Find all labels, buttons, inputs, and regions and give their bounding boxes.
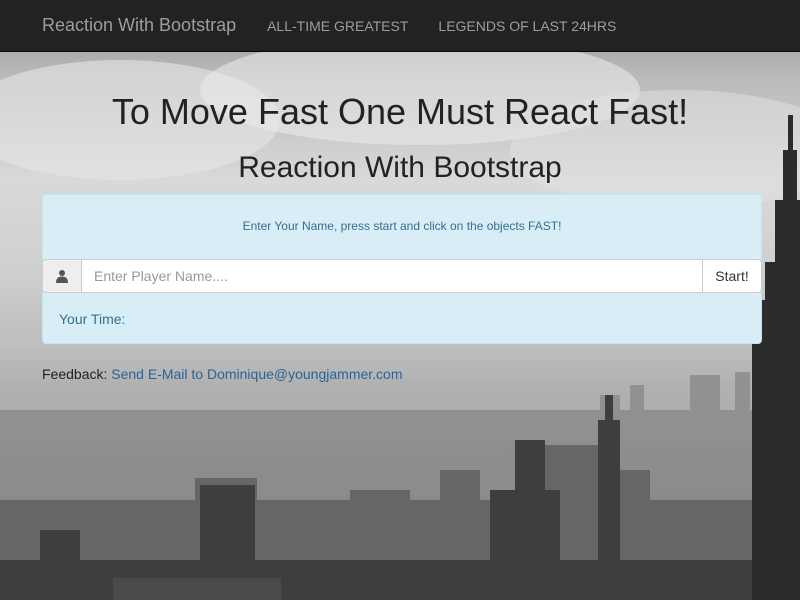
feedback-label: Feedback: <box>42 366 108 382</box>
page-subtitle: Reaction With Bootstrap <box>238 151 562 184</box>
top-navbar: Reaction With Bootstrap ALL-TIME GREATES… <box>0 0 800 52</box>
page-title: To Move Fast One Must React Fast! <box>111 91 689 132</box>
feedback-email-link[interactable]: Send E-Mail to Dominique@youngjammer.com <box>111 366 402 382</box>
game-panel: Enter Your Name, press start and click o… <box>42 194 762 344</box>
your-time-row: Your Time: <box>59 311 129 327</box>
instruction-text: Enter Your Name, press start and click o… <box>242 219 562 233</box>
user-icon <box>42 259 82 293</box>
your-time-label: Your Time: <box>59 311 126 327</box>
player-name-input[interactable] <box>82 259 702 293</box>
nav-link-legends-24hrs[interactable]: LEGENDS OF LAST 24HRS <box>438 18 616 34</box>
start-button[interactable]: Start! <box>702 259 762 293</box>
feedback-line: Feedback: Send E-Mail to Dominique@young… <box>42 366 403 382</box>
navbar-brand[interactable]: Reaction With Bootstrap <box>42 15 236 36</box>
player-input-group: Start! <box>42 259 762 293</box>
nav-link-all-time-greatest[interactable]: ALL-TIME GREATEST <box>267 18 408 34</box>
